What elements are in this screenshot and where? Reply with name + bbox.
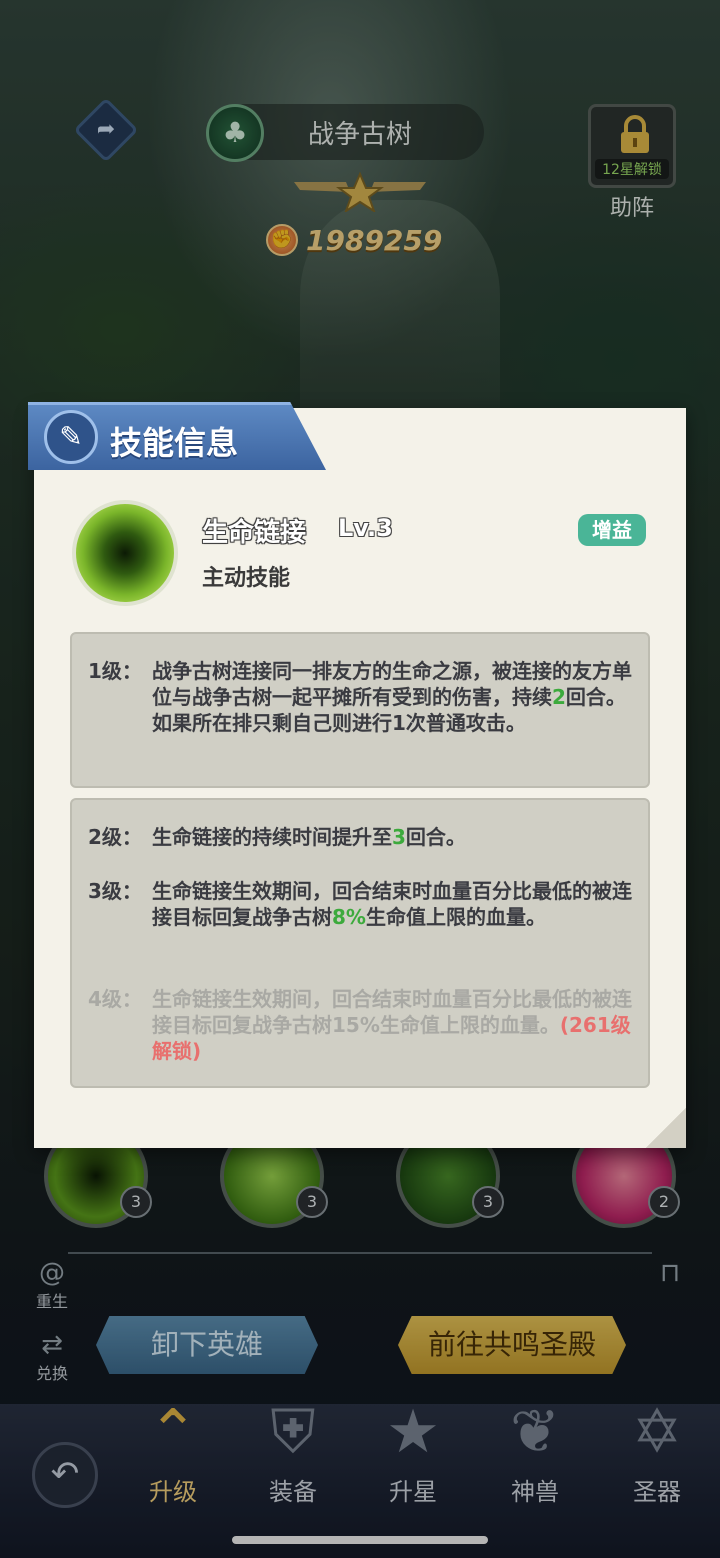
level-label: 4级： bbox=[88, 987, 142, 1011]
heal-percent-value: 8% bbox=[332, 905, 366, 929]
life-link-skill-icon bbox=[72, 500, 178, 606]
page-curl bbox=[646, 1108, 686, 1148]
duration-value: 3 bbox=[392, 825, 406, 849]
level-3-entry: 3级： 生命链接生效期间，回合结束时血量百分比最低的被连接目标回复战争古树8%生… bbox=[88, 878, 638, 930]
level-1-entry: 1级： 战争古树连接同一排友方的生命之源，被连接的友方单位与战争古树一起平摊所有… bbox=[88, 658, 638, 736]
level-label: 1级： bbox=[88, 659, 142, 683]
skill-name: 生命链接 bbox=[202, 518, 307, 548]
level-4-entry-locked: 4级： 生命链接生效期间，回合结束时血量百分比最低的被连接目标回复战争古树15%… bbox=[88, 986, 638, 1064]
modal-title: 技能信息 bbox=[110, 424, 239, 462]
level-desc: 生命链接的持续时间提升至3回合。 bbox=[152, 825, 466, 849]
buff-badge: 增益 bbox=[578, 514, 646, 546]
level-2-entry: 2级： 生命链接的持续时间提升至3回合。 bbox=[88, 824, 638, 850]
skill-level: Lv.3 bbox=[338, 514, 393, 542]
level-label: 3级： bbox=[88, 879, 142, 903]
scroll-icon: ✎ bbox=[44, 410, 98, 464]
level-desc: 生命链接生效期间，回合结束时血量百分比最低的被连接目标回复战争古树8%生命值上限… bbox=[152, 879, 632, 929]
skill-type: 主动技能 bbox=[202, 566, 291, 591]
level-desc: 生命链接生效期间，回合结束时血量百分比最低的被连接目标回复战争古树15%生命值上… bbox=[152, 987, 632, 1063]
level-label: 2级： bbox=[88, 825, 142, 849]
level-desc: 战争古树连接同一排友方的生命之源，被连接的友方单位与战争古树一起平摊所有受到的伤… bbox=[152, 659, 632, 735]
duration-value: 2 bbox=[552, 685, 566, 709]
